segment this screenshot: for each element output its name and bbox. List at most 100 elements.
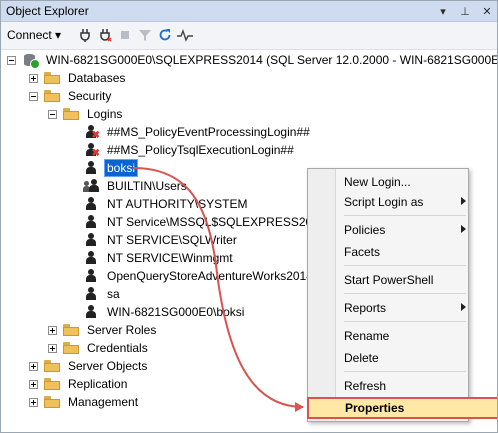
- panel-title: Object Explorer: [6, 4, 89, 18]
- login-item[interactable]: NT SERVICE\SQLWriter: [83, 231, 239, 249]
- credentials-label: Credentials: [87, 341, 148, 355]
- tree-node-logins[interactable]: Logins: [48, 105, 124, 123]
- tree-node-management[interactable]: Management: [29, 393, 140, 411]
- login-label: NT SERVICE\Winmgmt: [107, 251, 233, 265]
- menu-label: Start PowerShell: [344, 273, 434, 287]
- server-icon: [22, 52, 40, 69]
- server-label: WIN-6821SG000E0\SQLEXPRESS2014 (SQL Serv…: [46, 53, 498, 67]
- menu-label: Rename: [344, 329, 390, 343]
- menu-item-properties[interactable]: Properties: [307, 397, 497, 419]
- connect-button[interactable]: Connect ▾: [7, 28, 61, 42]
- object-explorer-panel: Object Explorer ▾ ⊥ ✕ Connect ▾ WIN-6821…: [0, 0, 498, 433]
- menu-separator: [344, 265, 466, 266]
- folder-icon: [63, 342, 79, 354]
- tree-node-server-objects[interactable]: Server Objects: [29, 357, 149, 375]
- menu-item-policies[interactable]: Policies: [336, 221, 472, 239]
- connect-plug-icon[interactable]: [77, 27, 93, 43]
- group-login-icon: [83, 178, 99, 194]
- refresh-icon[interactable]: [157, 27, 173, 43]
- collapse-toggle[interactable]: [29, 91, 38, 101]
- tree-node-databases[interactable]: Databases: [29, 69, 127, 87]
- menu-item-delete[interactable]: Delete: [336, 349, 472, 367]
- menu-separator: [344, 321, 466, 322]
- menu-item-reports[interactable]: Reports: [336, 299, 472, 317]
- close-icon[interactable]: ✕: [479, 2, 495, 20]
- folder-icon: [44, 90, 60, 102]
- folder-icon: [44, 72, 60, 84]
- menu-item-new-login[interactable]: New Login...: [336, 173, 472, 191]
- login-item[interactable]: NT AUTHORITY\SYSTEM: [83, 195, 249, 213]
- menu-item-refresh[interactable]: Refresh: [336, 377, 472, 395]
- menu-label: Facets: [344, 245, 381, 259]
- folder-icon: [63, 324, 79, 336]
- login-item[interactable]: NT SERVICE\Winmgmt: [83, 249, 235, 267]
- disabled-login-icon: ✖: [83, 124, 100, 141]
- login-label: WIN-6821SG000E0\boksi: [107, 305, 245, 319]
- menu-item-script-login-as[interactable]: Script Login as: [336, 193, 472, 211]
- tree-node-security[interactable]: Security: [29, 87, 113, 105]
- login-label: BUILTIN\Users: [107, 179, 187, 193]
- login-item[interactable]: OpenQueryStoreAdventureWorks2014: [83, 267, 315, 285]
- tree-node-server-roles[interactable]: Server Roles: [48, 321, 158, 339]
- login-icon: [83, 196, 99, 212]
- login-item[interactable]: ✖ ##MS_PolicyTsqlExecutionLogin##: [83, 141, 296, 159]
- login-item[interactable]: sa: [83, 285, 122, 303]
- collapse-toggle[interactable]: [7, 55, 16, 65]
- security-label: Security: [68, 89, 112, 103]
- menu-label: Refresh: [344, 379, 387, 393]
- login-label: sa: [107, 287, 120, 301]
- menu-gutter: [308, 169, 336, 421]
- context-menu: New Login... Script Login as Policies Fa…: [307, 168, 497, 422]
- tree-node-server[interactable]: WIN-6821SG000E0\SQLEXPRESS2014 (SQL Serv…: [7, 51, 498, 69]
- login-item[interactable]: BUILTIN\Users: [83, 177, 189, 195]
- expand-toggle[interactable]: [29, 361, 38, 371]
- submenu-arrow-icon: [461, 303, 466, 311]
- login-item[interactable]: ✖ ##MS_PolicyEventProcessingLogin##: [83, 123, 312, 141]
- login-label: ##MS_PolicyTsqlExecutionLogin##: [107, 143, 294, 157]
- menu-separator: [344, 371, 466, 372]
- menu-item-start-powershell[interactable]: Start PowerShell: [336, 271, 472, 289]
- menu-label: New Login...: [344, 175, 411, 189]
- stop-icon[interactable]: [117, 27, 133, 43]
- login-label: NT SERVICE\SQLWriter: [107, 233, 237, 247]
- login-label: NT AUTHORITY\SYSTEM: [107, 197, 248, 211]
- menu-item-rename[interactable]: Rename: [336, 327, 472, 345]
- login-label: ##MS_PolicyEventProcessingLogin##: [107, 125, 310, 139]
- expand-toggle[interactable]: [48, 325, 57, 335]
- folder-icon: [44, 396, 60, 408]
- toolbar: Connect ▾: [1, 22, 497, 50]
- databases-label: Databases: [68, 71, 126, 85]
- menu-separator: [344, 397, 466, 398]
- login-icon: [83, 160, 99, 176]
- menu-item-facets[interactable]: Facets: [336, 243, 472, 261]
- login-icon: [83, 286, 99, 302]
- management-label: Management: [68, 395, 139, 409]
- login-label: NT Service\MSSQL$SQLEXPRESS2014: [107, 215, 326, 229]
- login-icon: [83, 214, 99, 230]
- title-actions: ▾ ⊥ ✕: [435, 2, 495, 20]
- tree-node-replication[interactable]: Replication: [29, 375, 129, 393]
- menu-label: Script Login as: [344, 195, 424, 209]
- disconnect-icon[interactable]: [97, 27, 113, 43]
- expand-toggle[interactable]: [29, 73, 38, 83]
- login-item-selected[interactable]: boksi: [83, 159, 139, 177]
- expand-toggle[interactable]: [48, 343, 57, 353]
- menu-separator: [344, 215, 466, 216]
- login-item[interactable]: WIN-6821SG000E0\boksi: [83, 303, 246, 321]
- activity-monitor-icon[interactable]: [177, 27, 193, 43]
- menu-label: Reports: [344, 301, 387, 315]
- login-icon: [83, 232, 99, 248]
- login-item[interactable]: NT Service\MSSQL$SQLEXPRESS2014: [83, 213, 328, 231]
- expand-toggle[interactable]: [29, 397, 38, 407]
- menu-label: Delete: [344, 351, 379, 365]
- filter-icon[interactable]: [137, 27, 153, 43]
- dropdown-icon[interactable]: ▾: [435, 2, 451, 20]
- login-icon: [83, 304, 99, 320]
- pin-icon[interactable]: ⊥: [457, 2, 473, 20]
- panel-titlebar: Object Explorer ▾ ⊥ ✕: [1, 1, 497, 22]
- collapse-toggle[interactable]: [48, 109, 57, 119]
- tree-node-credentials[interactable]: Credentials: [48, 339, 150, 357]
- menu-separator: [344, 293, 466, 294]
- expand-toggle[interactable]: [29, 379, 38, 389]
- server-roles-label: Server Roles: [87, 323, 157, 337]
